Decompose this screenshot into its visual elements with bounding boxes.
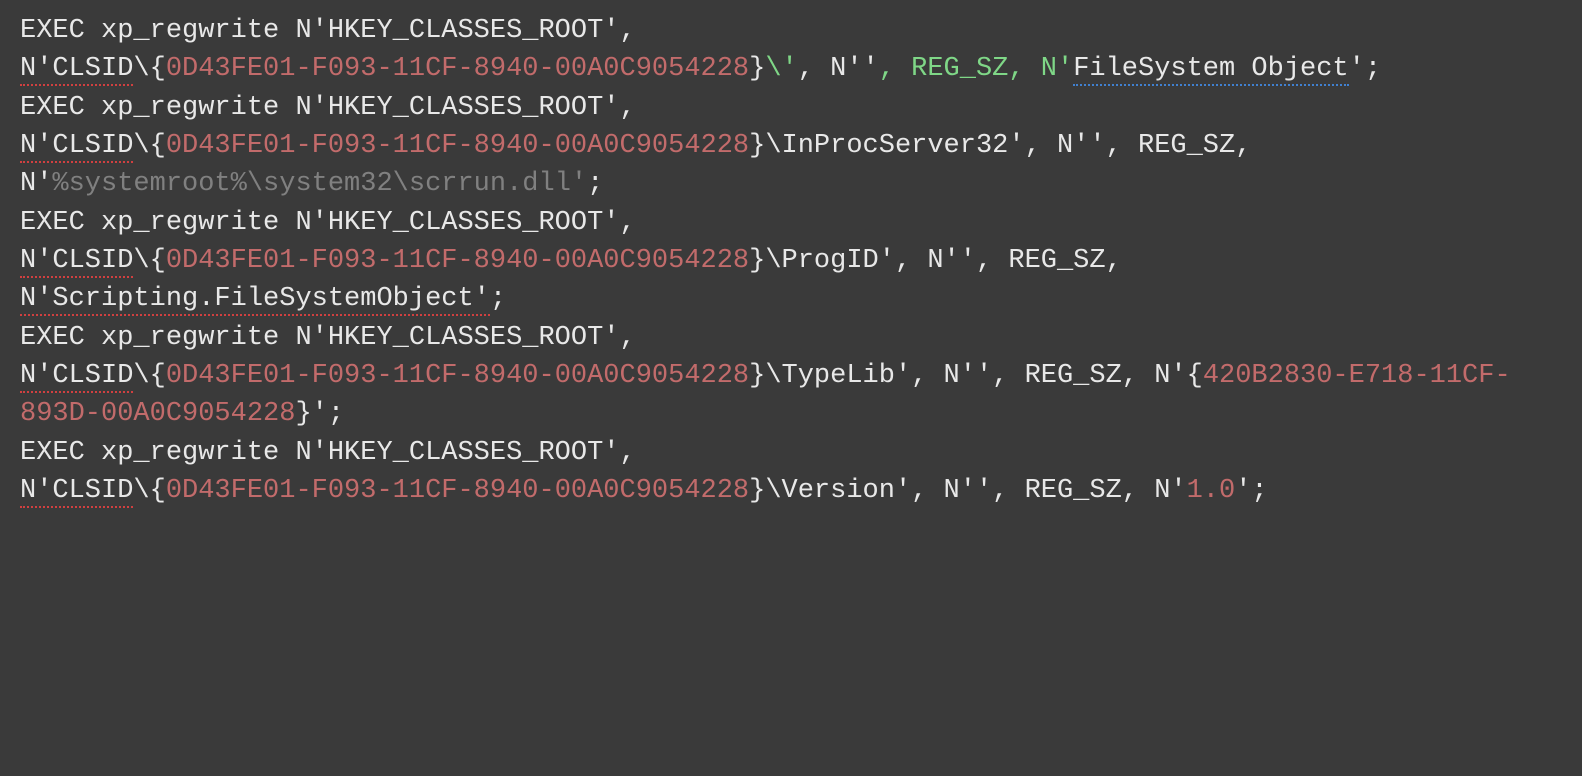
stmt1-nstart: , N' [1008,54,1073,84]
stmt5-clsid: N'CLSID [20,476,133,508]
stmt2-end: ; [587,169,603,199]
stmt3-clsid: N'CLSID [20,246,133,278]
stmt1-clsid: N'CLSID [20,54,133,86]
stmt2-brace-open: \{ [133,131,165,161]
stmt5-end: ; [1251,476,1267,506]
stmt4-clsid: N'CLSID [20,361,133,393]
stmt3-guid: 0D43FE01-F093-11CF-8940-00A0C9054228 [166,246,749,276]
stmt1-comma-empty: , N'' [798,54,879,84]
stmt1-brace-open: \{ [133,54,165,84]
stmt5-after: }\Version', N'', REG_SZ, N' [749,476,1186,506]
stmt3-brace-open: \{ [133,246,165,276]
stmt5-brace-open: \{ [133,476,165,506]
stmt2-guid: 0D43FE01-F093-11CF-8940-00A0C9054228 [166,131,749,161]
stmt4-value-close: }' [295,399,327,429]
stmt5-value: 1.0 [1187,476,1236,506]
stmt1-value: FileSystem Object [1073,54,1348,86]
stmt3-end: ; [490,284,506,314]
stmt1-close-esc: \' [765,54,797,84]
stmt4-after: }\TypeLib', N'', REG_SZ, N'{ [749,361,1203,391]
stmt4-guid: 0D43FE01-F093-11CF-8940-00A0C9054228 [166,361,749,391]
stmt4-exec: EXEC xp_regwrite N'HKEY_CLASSES_ROOT', [20,323,636,353]
stmt5-exec: EXEC xp_regwrite N'HKEY_CLASSES_ROOT', [20,438,636,468]
stmt1-reg: , REG_SZ [879,54,1009,84]
stmt1-end: '; [1349,54,1381,84]
stmt1-guid: 0D43FE01-F093-11CF-8940-00A0C9054228 [166,54,749,84]
stmt4-brace-open: \{ [133,361,165,391]
stmt3-after: }\ProgID', N'', REG_SZ, [749,246,1138,276]
stmt3-exec: EXEC xp_regwrite N'HKEY_CLASSES_ROOT', [20,208,636,238]
stmt1-brace-close: } [749,54,765,84]
stmt2-clsid: N'CLSID [20,131,133,163]
stmt5-value-close: ' [1235,476,1251,506]
stmt1-exec: EXEC xp_regwrite N'HKEY_CLASSES_ROOT', [20,16,636,46]
stmt2-value: %systemroot%\system32\scrrun.dll' [52,169,587,199]
sql-code-block: EXEC xp_regwrite N'HKEY_CLASSES_ROOT', N… [20,12,1562,510]
stmt5-guid: 0D43FE01-F093-11CF-8940-00A0C9054228 [166,476,749,506]
stmt3-value: N'Scripting.FileSystemObject' [20,284,490,316]
stmt4-end: ; [328,399,344,429]
stmt2-exec: EXEC xp_regwrite N'HKEY_CLASSES_ROOT', [20,93,636,123]
